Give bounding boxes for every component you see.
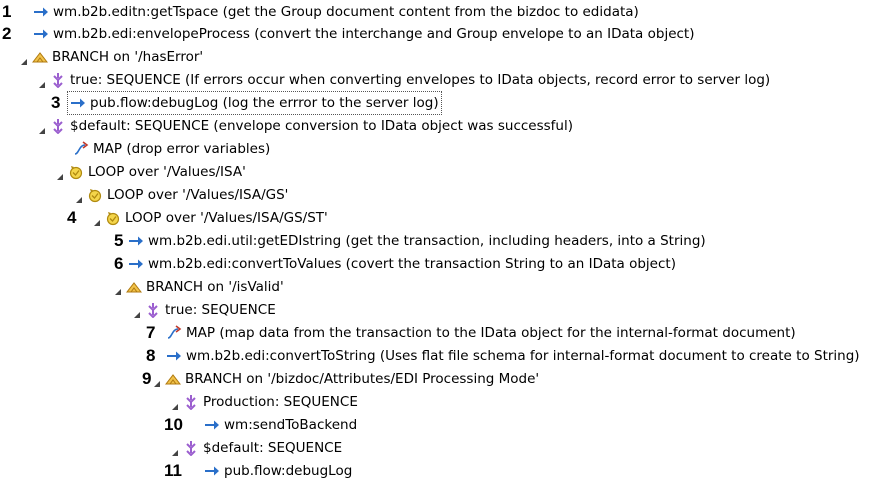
tree-node-label: wm.b2b.edi:convertToString (Uses flat fi… xyxy=(186,348,860,364)
step-number: 11 xyxy=(164,461,182,480)
tree-node-debuglog-selected[interactable]: pub.flow:debugLog (log the errror to the… xyxy=(67,91,442,115)
tree-node-label: MAP (drop error variables) xyxy=(93,141,271,157)
sequence-icon xyxy=(183,440,199,456)
tree-node-loop-isa-gs-st[interactable]: LOOP over '/Values/ISA/GS/ST' xyxy=(92,207,328,229)
sequence-icon xyxy=(50,118,66,134)
tree-node-true-sequence[interactable]: true: SEQUENCE (If errors occur when con… xyxy=(37,69,770,91)
tree-node-loop-isa-gs[interactable]: LOOP over '/Values/ISA/GS' xyxy=(74,184,288,206)
tree-node-getedistring[interactable]: wm.b2b.edi.util:getEDIstring (get the tr… xyxy=(128,230,706,252)
branch-icon xyxy=(126,279,142,295)
invoke-arrow-icon xyxy=(128,256,144,272)
expand-triangle-icon[interactable] xyxy=(19,52,29,65)
tree-node-label: LOOP over '/Values/ISA/GS/ST' xyxy=(125,210,328,226)
expand-triangle-icon[interactable] xyxy=(92,213,102,226)
expand-triangle-icon[interactable] xyxy=(55,167,65,180)
tree-node-label: wm.b2b.edi.util:getEDIstring (get the tr… xyxy=(148,233,706,249)
tree-node-map-drop-errors[interactable]: MAP (drop error variables) xyxy=(73,138,270,160)
tree-node-label: true: SEQUENCE xyxy=(165,302,276,318)
tree-node-branch-processing-mode[interactable]: BRANCH on '/bizdoc/Attributes/EDI Proces… xyxy=(152,368,539,390)
tree-node-label: pub.flow:debugLog xyxy=(224,463,353,479)
sequence-icon xyxy=(183,394,199,410)
tree-node-converttovalues[interactable]: wm.b2b.edi:convertToValues (covert the t… xyxy=(128,253,676,275)
tree-node-label: wm.b2b.edi:envelopeProcess (convert the … xyxy=(53,26,695,42)
step-number: 10 xyxy=(164,415,183,434)
invoke-arrow-icon xyxy=(128,233,144,249)
loop-icon xyxy=(68,164,84,180)
tree-node-converttostring[interactable]: wm.b2b.edi:convertToString (Uses flat fi… xyxy=(166,345,860,367)
tree-node-map-transaction[interactable]: MAP (map data from the transaction to th… xyxy=(166,322,796,344)
step-number: 8 xyxy=(146,346,156,365)
invoke-arrow-icon xyxy=(166,348,182,364)
step-number: 3 xyxy=(51,93,61,112)
tree-node-true-sequence-2[interactable]: true: SEQUENCE xyxy=(132,299,276,321)
tree-node-debuglog[interactable]: pub.flow:debugLog xyxy=(204,460,352,482)
invoke-arrow-icon xyxy=(33,26,49,42)
tree-node-label: BRANCH on '/isValid' xyxy=(146,279,284,295)
step-number: 1 xyxy=(2,2,12,21)
step-number: 7 xyxy=(146,323,156,342)
expand-triangle-icon[interactable] xyxy=(152,374,162,387)
tree-node-envelopeprocess[interactable]: wm.b2b.edi:envelopeProcess (convert the … xyxy=(33,23,695,45)
tree-node-label: wm:sendToBackend xyxy=(224,417,358,433)
tree-node-sendtobackend[interactable]: wm:sendToBackend xyxy=(204,414,357,436)
step-number: 6 xyxy=(114,254,124,273)
tree-node-label: wm.b2b.editn:getTspace (get the Group do… xyxy=(53,4,639,20)
branch-icon xyxy=(165,371,181,387)
tree-node-gettspace[interactable]: wm.b2b.editn:getTspace (get the Group do… xyxy=(33,1,639,23)
tree-node-default-sequence[interactable]: $default: SEQUENCE (envelope conversion … xyxy=(37,115,573,137)
expand-triangle-icon[interactable] xyxy=(132,305,142,318)
tree-node-label: MAP (map data from the transaction to th… xyxy=(186,325,796,341)
map-icon xyxy=(166,325,182,341)
expand-triangle-icon[interactable] xyxy=(113,282,123,295)
invoke-arrow-icon xyxy=(204,417,220,433)
invoke-arrow-icon xyxy=(204,463,220,479)
tree-node-label: Production: SEQUENCE xyxy=(203,394,358,410)
step-number: 2 xyxy=(2,24,12,43)
sequence-icon xyxy=(145,302,161,318)
tree-node-label: $default: SEQUENCE xyxy=(203,440,343,456)
tree-node-label: pub.flow:debugLog (log the errror to the… xyxy=(90,95,439,111)
tree-node-production-sequence[interactable]: Production: SEQUENCE xyxy=(170,391,358,413)
expand-triangle-icon[interactable] xyxy=(170,397,180,410)
loop-icon xyxy=(105,210,121,226)
invoke-arrow-icon xyxy=(33,4,49,20)
tree-node-branch-isvalid[interactable]: BRANCH on '/isValid' xyxy=(113,276,284,298)
step-number: 5 xyxy=(114,231,124,250)
loop-icon xyxy=(87,187,103,203)
invoke-arrow-icon xyxy=(70,95,86,111)
expand-triangle-icon[interactable] xyxy=(170,443,180,456)
tree-node-loop-isa[interactable]: LOOP over '/Values/ISA' xyxy=(55,161,246,183)
step-number: 9 xyxy=(142,369,152,388)
tree-node-label: LOOP over '/Values/ISA/GS' xyxy=(107,187,289,203)
tree-node-label: $default: SEQUENCE (envelope conversion … xyxy=(70,118,574,134)
expand-triangle-icon[interactable] xyxy=(37,75,47,88)
sequence-icon xyxy=(50,72,66,88)
expand-triangle-icon[interactable] xyxy=(37,121,47,134)
tree-node-label: BRANCH on '/hasError' xyxy=(52,49,204,65)
tree-node-label: BRANCH on '/bizdoc/Attributes/EDI Proces… xyxy=(185,371,540,387)
expand-triangle-icon[interactable] xyxy=(74,190,84,203)
tree-node-label: LOOP over '/Values/ISA' xyxy=(88,164,246,180)
tree-node-branch-haserror[interactable]: BRANCH on '/hasError' xyxy=(19,46,203,68)
tree-node-label: true: SEQUENCE (If errors occur when con… xyxy=(70,72,771,88)
tree-node-label: wm.b2b.edi:convertToValues (covert the t… xyxy=(148,256,676,272)
step-number: 4 xyxy=(67,208,77,227)
map-icon xyxy=(73,141,89,157)
branch-icon xyxy=(32,49,48,65)
tree-node-default-sequence-2[interactable]: $default: SEQUENCE xyxy=(170,437,342,459)
